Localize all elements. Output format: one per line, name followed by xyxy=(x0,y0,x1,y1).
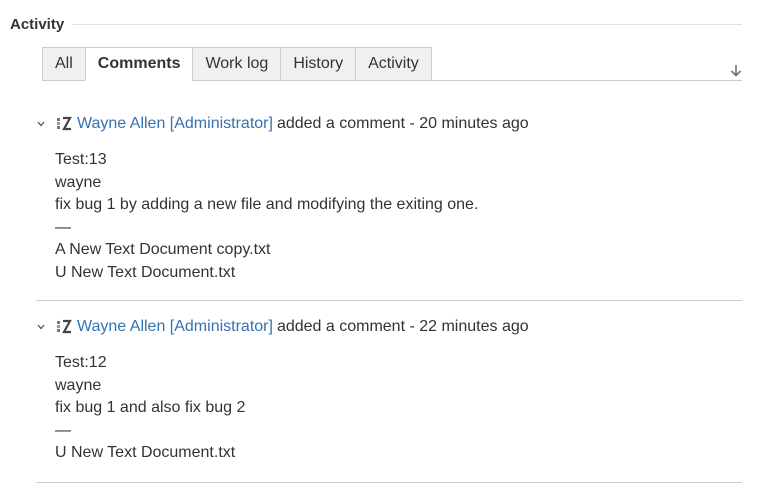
comment-item: Wayne Allen [Administrator] added a comm… xyxy=(36,113,742,285)
comment-line: U New Text Document.txt xyxy=(55,444,236,462)
comment-line: Test:12 xyxy=(55,354,107,371)
comment-line: A New Text Document copy.txt xyxy=(55,241,271,259)
avatar xyxy=(55,318,73,336)
comment-body: Test:13 wayne fix bug 1 by adding a new … xyxy=(36,149,742,285)
comment-divider xyxy=(36,300,742,301)
tab-activity[interactable]: Activity xyxy=(355,47,432,81)
comment-body: Test:12 wayne fix bug 1 and also fix bug… xyxy=(36,352,742,465)
comment-header: Wayne Allen [Administrator] added a comm… xyxy=(36,316,742,338)
comment-divider xyxy=(36,482,742,483)
comment-action-text: added a comment - 20 minutes ago xyxy=(276,115,529,132)
tab-work-log[interactable]: Work log xyxy=(192,47,281,81)
tab-history[interactable]: History xyxy=(280,47,356,81)
sort-order-button[interactable] xyxy=(728,62,744,78)
comment-line: wayne xyxy=(55,376,102,394)
activity-section-header: Activity xyxy=(10,13,742,35)
tab-comments[interactable]: Comments xyxy=(84,47,193,81)
chevron-down-icon[interactable] xyxy=(36,119,46,129)
comment-line: wayne xyxy=(55,173,102,191)
section-divider xyxy=(72,23,742,25)
comment-line: U New Text Document.txt xyxy=(55,263,236,281)
chevron-down-icon[interactable] xyxy=(36,322,46,332)
comment-line: fix bug 1 by adding a new file and modif… xyxy=(55,196,479,214)
section-title: Activity xyxy=(10,15,65,33)
comment-action-text: added a comment - 22 minutes ago xyxy=(276,318,529,335)
comment-item: Wayne Allen [Administrator] added a comm… xyxy=(36,316,742,465)
comment-header: Wayne Allen [Administrator] added a comm… xyxy=(36,113,742,135)
comment-author-link[interactable]: Wayne Allen [Administrator] xyxy=(77,115,273,133)
comment-author-link[interactable]: Wayne Allen [Administrator] xyxy=(77,318,273,336)
comment-line: Test:13 xyxy=(55,151,107,168)
tab-all[interactable]: All xyxy=(42,47,85,81)
arrow-down-icon xyxy=(730,64,742,77)
activity-tabs: All Comments Work log History Activity xyxy=(42,47,432,81)
avatar xyxy=(55,115,73,133)
comment-line: fix bug 1 and also fix bug 2 xyxy=(55,399,246,417)
comment-line: — xyxy=(55,218,71,236)
comment-line: — xyxy=(55,421,71,439)
